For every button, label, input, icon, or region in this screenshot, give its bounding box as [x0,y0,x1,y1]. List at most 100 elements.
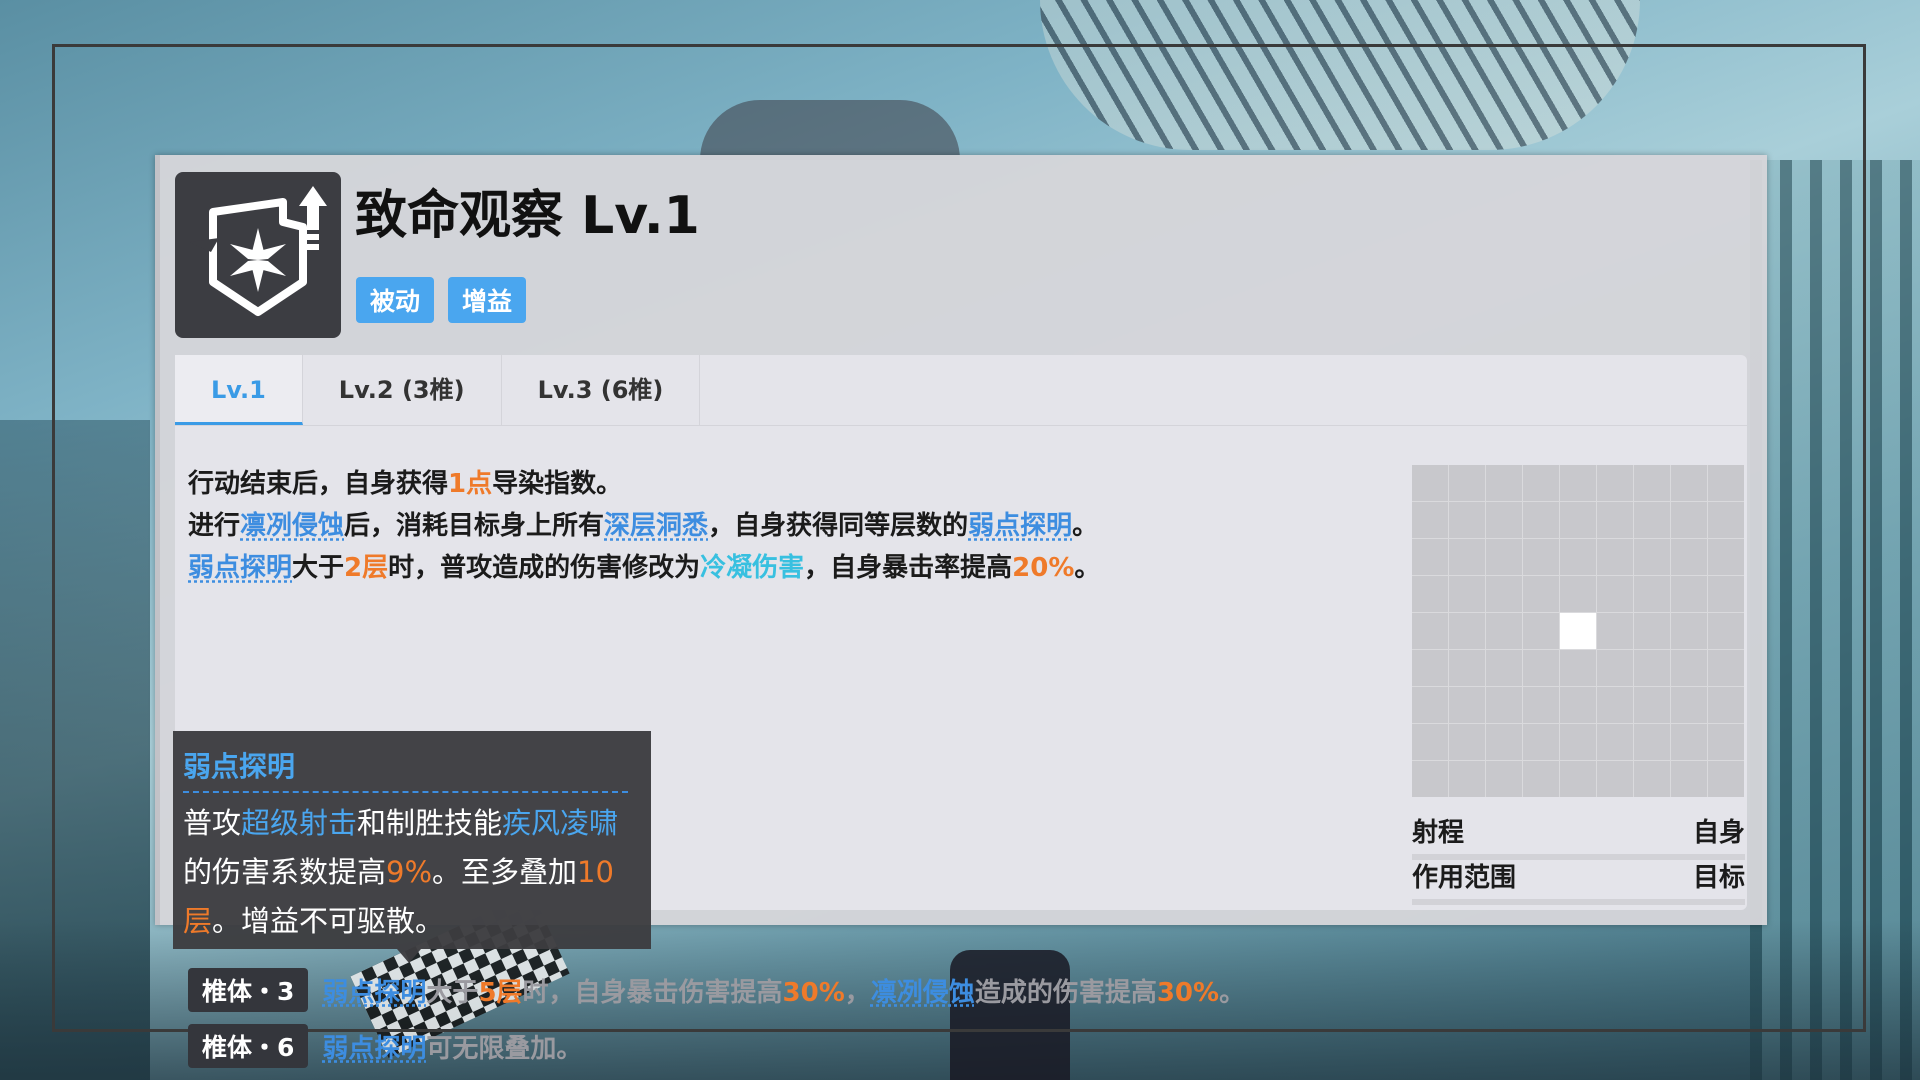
grid-cell [1560,502,1596,538]
tab-lv1[interactable]: Lv.1 [175,355,303,425]
grid-cell [1597,539,1633,575]
desc-text: 进行 [188,511,241,541]
skill-tags: 被动 增益 [356,277,527,323]
grid-cell [1486,539,1522,575]
keyword-link[interactable]: 弱点探明 [322,1034,426,1064]
keyword-tooltip: 弱点探明 普攻超级射击和制胜技能疾风凌啸的伤害系数提高9%。至多叠加10层。增益… [173,731,651,963]
upg-number: 30% [782,977,845,1008]
desc-text: ，自身获得同等层数的 [708,511,969,541]
upg-text: 造成的伤害提高 [974,977,1157,1008]
grid-cell [1634,576,1670,612]
tip-text: 普攻 [183,806,242,840]
tab-lv3[interactable]: Lv.3 (6椎) [502,355,701,425]
grid-cell [1523,576,1559,612]
grid-cell [1634,613,1670,649]
desc-text: 后，消耗目标身上所有 [344,511,605,541]
upgrade-text: 弱点探明大于5层时，自身暴击伤害提高30%，凛冽侵蚀造成的伤害提高30%。 [322,972,1245,1009]
grid-cell [1597,687,1633,723]
grid-cell [1634,650,1670,686]
tip-keyword: 超级射击 [241,806,358,840]
grid-cell [1560,576,1596,612]
grid-cell [1449,724,1485,760]
stat-label: 射程 [1412,818,1465,848]
grid-cell [1671,724,1707,760]
description-line-2: 进行凛冽侵蚀后，消耗目标身上所有深层洞悉，自身获得同等层数的弱点探明。 [188,505,1348,547]
keyword-link[interactable]: 弱点探明 [322,978,426,1008]
upgrade-badge: 椎体・3 [188,968,309,1012]
grid-cell [1671,502,1707,538]
range-grid [1412,465,1744,797]
grid-cell [1708,724,1744,760]
desc-text: 导染指数。 [492,469,623,499]
grid-cell [1523,613,1559,649]
tab-lv2[interactable]: Lv.2 (3椎) [303,355,502,425]
grid-cell [1412,650,1448,686]
grid-cell [1486,687,1522,723]
grid-cell [1523,539,1559,575]
skill-title: 致命观察 Lv.1 [355,186,700,246]
upg-number: 30% [1156,977,1220,1008]
grid-cell [1449,465,1485,501]
grid-cell [1449,613,1485,649]
tooltip-title: 弱点探明 [183,745,628,793]
grid-cell [1708,613,1744,649]
stat-value: 自身 [1692,818,1745,848]
upgrade-row: 椎体・3 弱点探明大于5层时，自身暴击伤害提高30%，凛冽侵蚀造成的伤害提高30… [188,967,1245,1013]
grid-cell [1708,465,1744,501]
grid-cell [1634,687,1670,723]
grid-cell [1597,502,1633,538]
desc-text: 。 [1074,553,1101,583]
upgrade-row: 椎体・6 弱点探明可无限叠加。 [188,1023,1245,1069]
grid-cell [1560,650,1596,686]
keyword-link[interactable]: 凛冽侵蚀 [240,511,344,541]
stat-label: 作用范围 [1412,863,1517,893]
grid-cell [1412,724,1448,760]
grid-cell [1634,502,1670,538]
upg-text: 时，自身暴击伤害提高 [522,977,783,1008]
grid-cell [1597,650,1633,686]
grid-cell [1449,687,1485,723]
grid-cell [1486,613,1522,649]
grid-cell [1634,465,1670,501]
desc-number: 1点 [448,469,493,499]
upg-text: ， [844,977,871,1008]
keyword-link[interactable]: 弱点探明 [188,553,292,583]
grid-cell [1523,502,1559,538]
level-tabs: Lv.1 Lv.2 (3椎) Lv.3 (6椎) [175,355,701,425]
stat-range: 射程 自身 [1412,810,1745,860]
grid-cell-self [1560,613,1596,649]
grid-cell [1486,465,1522,501]
upgrade-text: 弱点探明可无限叠加。 [322,1028,582,1065]
grid-cell [1597,576,1633,612]
grid-cell [1560,724,1596,760]
desc-number: 20% [1012,553,1075,583]
upg-text: 。 [1219,977,1246,1008]
grid-cell [1708,761,1744,797]
grid-cell [1634,539,1670,575]
grid-cell [1708,502,1744,538]
upg-text: 大于 [426,977,479,1008]
grid-cell [1708,687,1744,723]
snowflake-shield-up-icon [175,172,341,338]
grid-cell [1449,539,1485,575]
desc-number: 2层 [344,553,389,583]
desc-damage-type: 冷凝伤害 [700,553,805,583]
grid-cell [1486,650,1522,686]
tooltip-body: 普攻超级射击和制胜技能疾风凌啸的伤害系数提高9%。至多叠加10层。增益不可驱散。 [183,799,641,946]
keyword-link[interactable]: 凛冽侵蚀 [871,978,975,1008]
desc-text: 时，普攻造成的伤害修改为 [388,553,701,583]
grid-cell [1634,761,1670,797]
keyword-link[interactable]: 深层洞悉 [604,511,708,541]
desc-text: ，自身暴击率提高 [804,553,1013,583]
grid-cell [1486,761,1522,797]
grid-cell [1708,539,1744,575]
keyword-link[interactable]: 弱点探明 [968,511,1072,541]
grid-cell [1560,465,1596,501]
grid-cell [1560,761,1596,797]
grid-cell [1412,613,1448,649]
description-line-1: 行动结束后，自身获得1点导染指数。 [188,463,1348,505]
tip-number: 9% [386,855,433,889]
desc-text: 行动结束后，自身获得 [188,469,449,499]
grid-cell [1523,650,1559,686]
upgrade-badge: 椎体・6 [188,1024,309,1068]
